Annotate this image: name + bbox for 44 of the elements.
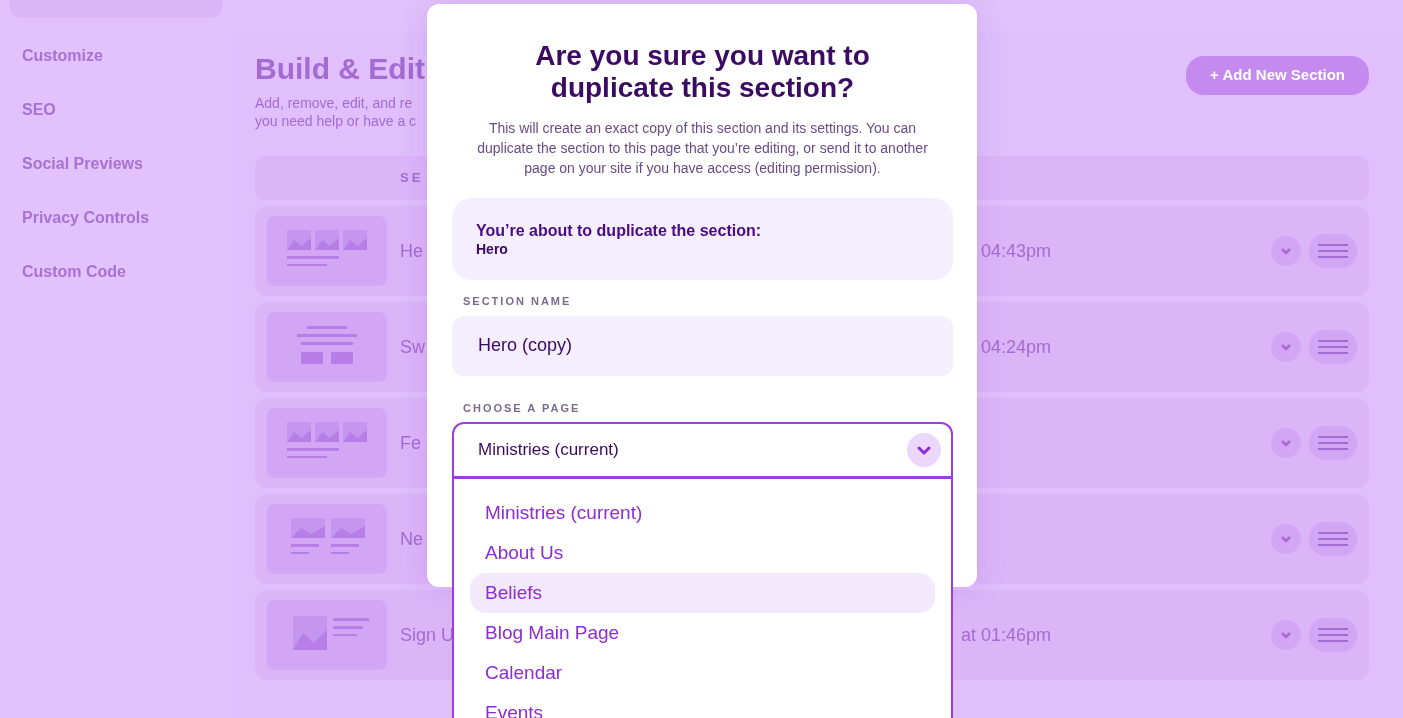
drag-handle[interactable] [1309, 426, 1357, 460]
page-title: Build & Edit [255, 52, 425, 86]
expand-button[interactable] [1271, 332, 1301, 362]
menu-icon [1318, 340, 1348, 354]
dropdown-option[interactable]: Ministries (current) [470, 493, 935, 533]
section-name-field[interactable]: Hero (copy) [452, 315, 953, 376]
expand-button[interactable] [1271, 236, 1301, 266]
menu-icon [1318, 628, 1348, 642]
dropdown-option[interactable]: Beliefs [470, 573, 935, 613]
chevron-icon [1280, 343, 1292, 351]
section-title: Hero [476, 240, 509, 258]
updated-time: 04:43pm [980, 239, 1051, 263]
dropdown-option[interactable]: About Us [470, 533, 935, 573]
dropdown-option[interactable]: Blog Main Page [470, 613, 935, 653]
chevron-icon [1280, 247, 1292, 255]
description-text: you need help or have a c [255, 112, 418, 130]
section-name: Sw [399, 335, 425, 359]
updated-time: at 01:46pm [960, 623, 1051, 647]
field-label: CHOOSE A PAGE [463, 400, 582, 416]
chevron-icon [1280, 535, 1292, 543]
dialog-title: Are you sure you want to duplicate this section? [534, 40, 871, 104]
section-name: He [399, 239, 423, 263]
notice-heading: You’re about to duplicate the section: [476, 222, 763, 240]
drag-handle[interactable] [1309, 234, 1357, 268]
expand-button[interactable] [1271, 524, 1301, 554]
description-text: Add, remove, edit, and re [255, 94, 414, 112]
column-header: SE [400, 169, 424, 188]
chevron-icon [1280, 439, 1292, 447]
menu-icon [1318, 532, 1348, 546]
expand-button[interactable] [1271, 428, 1301, 458]
chevron-icon [907, 433, 941, 467]
expand-button[interactable] [1271, 620, 1301, 650]
drag-handle[interactable] [1309, 330, 1357, 364]
chevron-icon [1280, 631, 1292, 639]
dialog-description: This will create an exact copy of this section and its settings. You can duplicate the section to this page that you’re editing, or send it to another page on your site if you have access (editing permission). [476, 119, 929, 178]
updated-time: 04:24pm [980, 335, 1051, 359]
drag-handle[interactable] [1309, 522, 1357, 556]
menu-icon [1318, 436, 1348, 450]
section-name: Ne [399, 527, 423, 551]
section-name: Fe [399, 431, 421, 455]
menu-icon [1318, 244, 1348, 258]
field-label: SECTION NAME [463, 294, 573, 309]
drag-handle[interactable] [1309, 618, 1357, 652]
dropdown-option[interactable]: Calendar [470, 653, 935, 693]
